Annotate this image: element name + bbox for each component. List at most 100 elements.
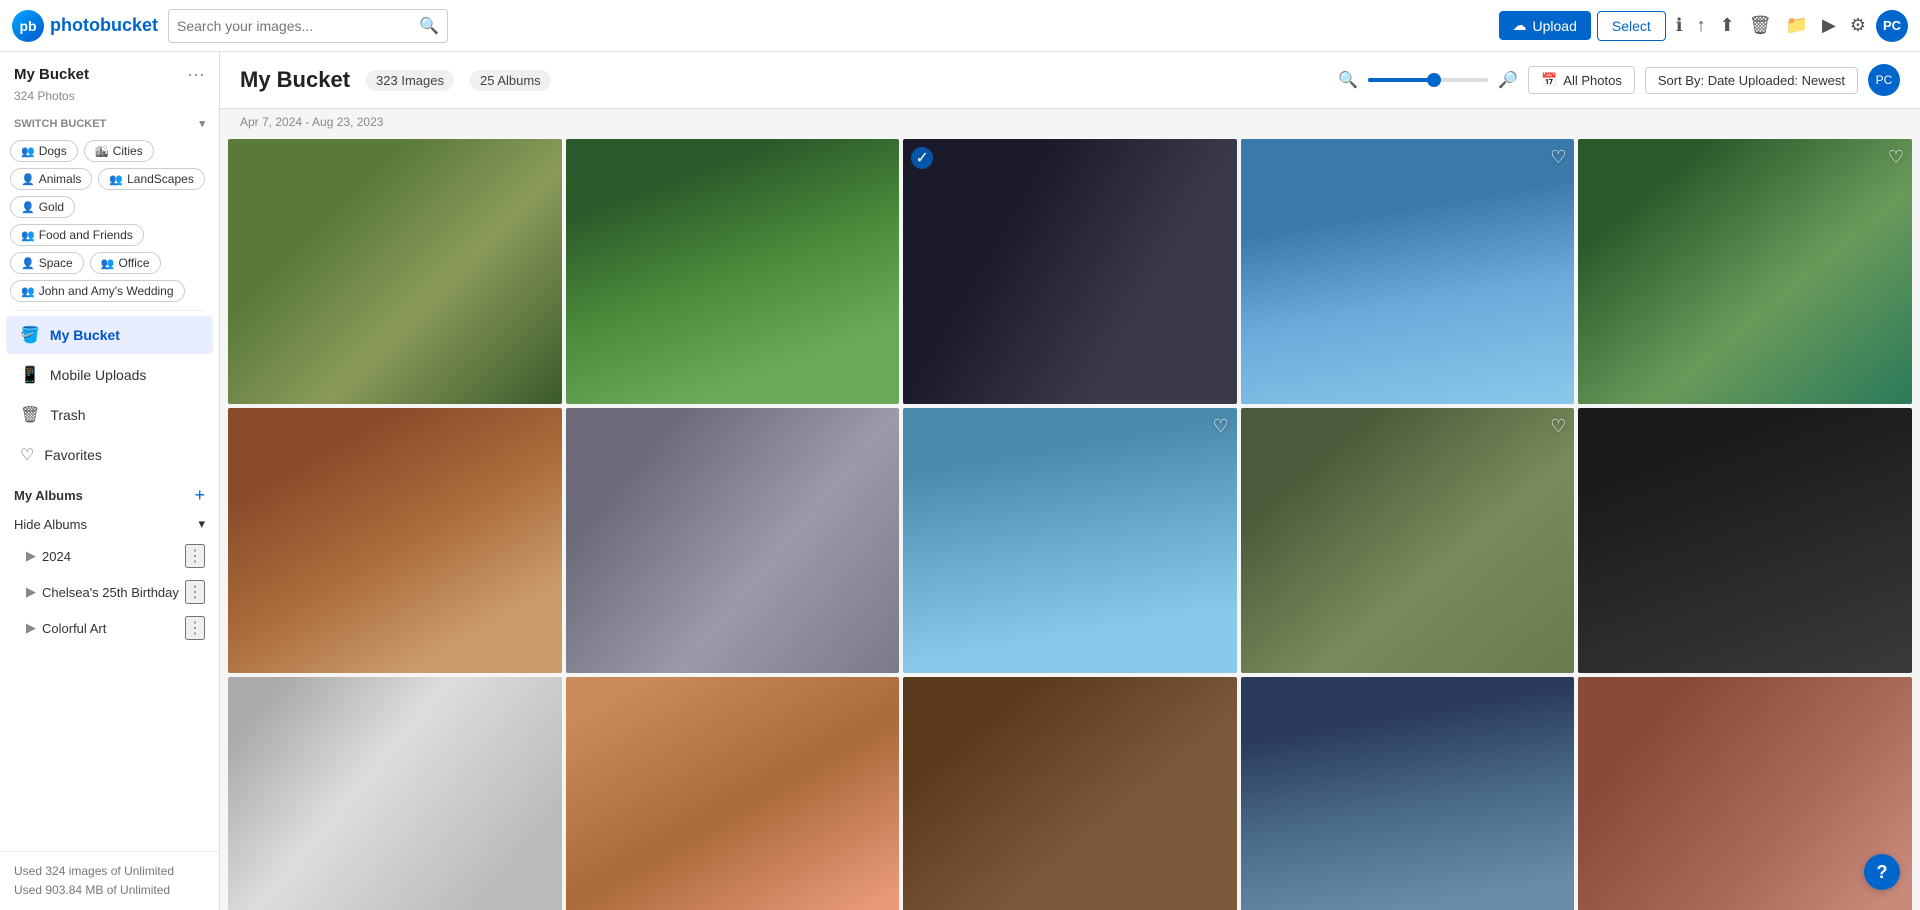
tag-dogs[interactable]: 👥 Dogs	[10, 140, 78, 162]
sidebar: My Bucket ··· 324 Photos SWITCH BUCKET ▾…	[0, 52, 220, 910]
bucket-more-button[interactable]: ···	[187, 64, 205, 85]
zoom-slider-fill	[1368, 78, 1434, 82]
sidebar-item-my-bucket[interactable]: 🪣 My Bucket	[6, 316, 213, 354]
sidebar-footer: Used 324 images of Unlimited Used 903.84…	[0, 851, 219, 910]
calendar-icon: 📅	[1541, 72, 1557, 88]
content-title: My Bucket	[240, 67, 350, 93]
zoom-slider-thumb[interactable]	[1427, 73, 1441, 87]
sidebar-item-trash[interactable]: 🗑 Trash	[6, 396, 213, 434]
photo-card[interactable]: ♡	[1241, 408, 1575, 673]
tag-icon: 👥	[109, 173, 123, 186]
hide-albums-toggle[interactable]: Hide Albums ▾	[0, 510, 219, 538]
content-area: My Bucket 323 Images 25 Albums 🔍 🔎 📅 All…	[220, 52, 1920, 910]
tag-cities[interactable]: 🏙 Cities	[84, 140, 154, 162]
info-button[interactable]: ℹ	[1672, 11, 1687, 40]
share-button[interactable]: ↑	[1693, 11, 1710, 40]
photo-card[interactable]	[566, 139, 900, 404]
storage-images-text: Used 324 images of Unlimited	[14, 862, 205, 881]
search-input[interactable]	[177, 18, 419, 34]
trash-nav-icon: 🗑	[20, 405, 40, 425]
zoom-in-icon[interactable]: 🔎	[1498, 70, 1518, 90]
tag-icon: 🏙	[95, 145, 109, 158]
photo-grid: ✓ ♡ ♡ ♡ ♡	[220, 135, 1920, 910]
photo-heart-icon[interactable]: ♡	[1550, 416, 1566, 437]
trash-button[interactable]: 🗑	[1745, 11, 1776, 40]
date-range: Apr 7, 2024 - Aug 23, 2023	[220, 109, 1920, 135]
photo-heart-icon[interactable]: ♡	[1888, 147, 1904, 168]
album-more-button[interactable]: ⋮	[185, 616, 205, 640]
photo-card[interactable]: ♡	[1578, 139, 1912, 404]
photo-card[interactable]: ♡	[1241, 139, 1575, 404]
tag-icon: 👥	[21, 145, 35, 158]
tag-space[interactable]: 👤 Space	[10, 252, 84, 274]
album-expand-icon: ▶	[26, 548, 36, 564]
sort-button[interactable]: Sort By: Date Uploaded: Newest	[1645, 67, 1858, 94]
album-count-badge: 25 Albums	[470, 70, 551, 91]
user-avatar[interactable]: PC	[1876, 10, 1908, 42]
sidebar-header: My Bucket ···	[0, 52, 219, 89]
photo-card[interactable]: ✓	[903, 139, 1237, 404]
tag-office[interactable]: 👥 Office	[90, 252, 161, 274]
photo-card[interactable]	[1578, 408, 1912, 673]
nav-actions: ☁ Upload Select ℹ ↑ ⬆ 🗑 📁 ▶ ⚙ PC	[1499, 10, 1909, 42]
photo-card[interactable]	[228, 408, 562, 673]
tag-animals[interactable]: 👤 Animals	[10, 168, 92, 190]
tag-icon: 👤	[21, 201, 35, 214]
album-more-button[interactable]: ⋮	[185, 580, 205, 604]
sidebar-item-favorites[interactable]: ♡ Favorites	[6, 436, 213, 474]
switch-bucket-toggle[interactable]: SWITCH BUCKET ▾	[0, 111, 219, 136]
select-button[interactable]: Select	[1597, 11, 1666, 41]
photo-card[interactable]	[566, 408, 900, 673]
folder-button[interactable]: 📁	[1782, 11, 1812, 40]
tag-wedding[interactable]: 👥 John and Amy's Wedding	[10, 280, 185, 302]
zoom-slider-container[interactable]	[1368, 78, 1488, 82]
album-expand-icon: ▶	[26, 620, 36, 636]
photo-card[interactable]	[566, 677, 900, 910]
album-item-chelseas-birthday[interactable]: ▶ Chelsea's 25th Birthday ⋮	[0, 574, 219, 610]
heart-icon: ♡	[20, 445, 34, 465]
tag-icon: 👥	[21, 285, 35, 298]
upload-button[interactable]: ☁ Upload	[1499, 11, 1591, 40]
chevron-down-icon: ▾	[198, 516, 205, 532]
album-item-colorful-art[interactable]: ▶ Colorful Art ⋮	[0, 610, 219, 646]
tag-icon: 👤	[21, 173, 35, 186]
add-album-button[interactable]: +	[194, 485, 205, 506]
photo-card[interactable]: ♡	[903, 408, 1237, 673]
chevron-down-icon: ▾	[199, 117, 205, 130]
photo-heart-icon[interactable]: ♡	[1213, 416, 1229, 437]
album-item-2024[interactable]: ▶ 2024 ⋮	[0, 538, 219, 574]
cloud-button[interactable]: ⬆	[1716, 11, 1739, 40]
tag-landscapes[interactable]: 👥 LandScapes	[98, 168, 204, 190]
bucket-name: My Bucket	[14, 66, 89, 83]
help-button[interactable]: ?	[1864, 854, 1900, 890]
photo-card[interactable]	[228, 139, 562, 404]
all-photos-filter-button[interactable]: 📅 All Photos	[1528, 66, 1635, 94]
photo-card[interactable]	[1578, 677, 1912, 910]
my-albums-section: My Albums +	[0, 475, 219, 510]
album-more-button[interactable]: ⋮	[185, 544, 205, 568]
settings-button[interactable]: ⚙	[1846, 11, 1870, 40]
tag-icon: 👥	[21, 229, 35, 242]
header-actions: 🔍 🔎 📅 All Photos Sort By: Date Uploaded:…	[1338, 64, 1900, 96]
photo-card[interactable]	[228, 677, 562, 910]
sidebar-item-mobile-uploads[interactable]: 📱 Mobile Uploads	[6, 356, 213, 394]
photo-card[interactable]	[1241, 677, 1575, 910]
photo-card[interactable]	[903, 677, 1237, 910]
content-user-avatar[interactable]: PC	[1868, 64, 1900, 96]
tag-gold[interactable]: 👤 Gold	[10, 196, 75, 218]
zoom-slider-track[interactable]	[1368, 78, 1488, 82]
image-count-badge: 323 Images	[366, 70, 454, 91]
zoom-out-icon[interactable]: 🔍	[1338, 70, 1358, 90]
logo-icon: pb	[12, 10, 44, 42]
tag-icon: 👤	[21, 257, 35, 270]
logo-link[interactable]: pb photobucket	[12, 10, 158, 42]
top-navigation: pb photobucket 🔍 ☁ Upload Select ℹ ↑ ⬆ 🗑…	[0, 0, 1920, 52]
album-tags-container: 👥 Dogs 🏙 Cities 👤 Animals 👥 LandScapes 👤…	[0, 136, 219, 306]
play-button[interactable]: ▶	[1818, 11, 1840, 40]
album-expand-icon: ▶	[26, 584, 36, 600]
photo-count: 324 Photos	[0, 89, 219, 111]
photo-heart-icon[interactable]: ♡	[1550, 147, 1566, 168]
search-button[interactable]: 🔍	[419, 16, 439, 36]
tag-food-and-friends[interactable]: 👥 Food and Friends	[10, 224, 144, 246]
content-header: My Bucket 323 Images 25 Albums 🔍 🔎 📅 All…	[220, 52, 1920, 109]
